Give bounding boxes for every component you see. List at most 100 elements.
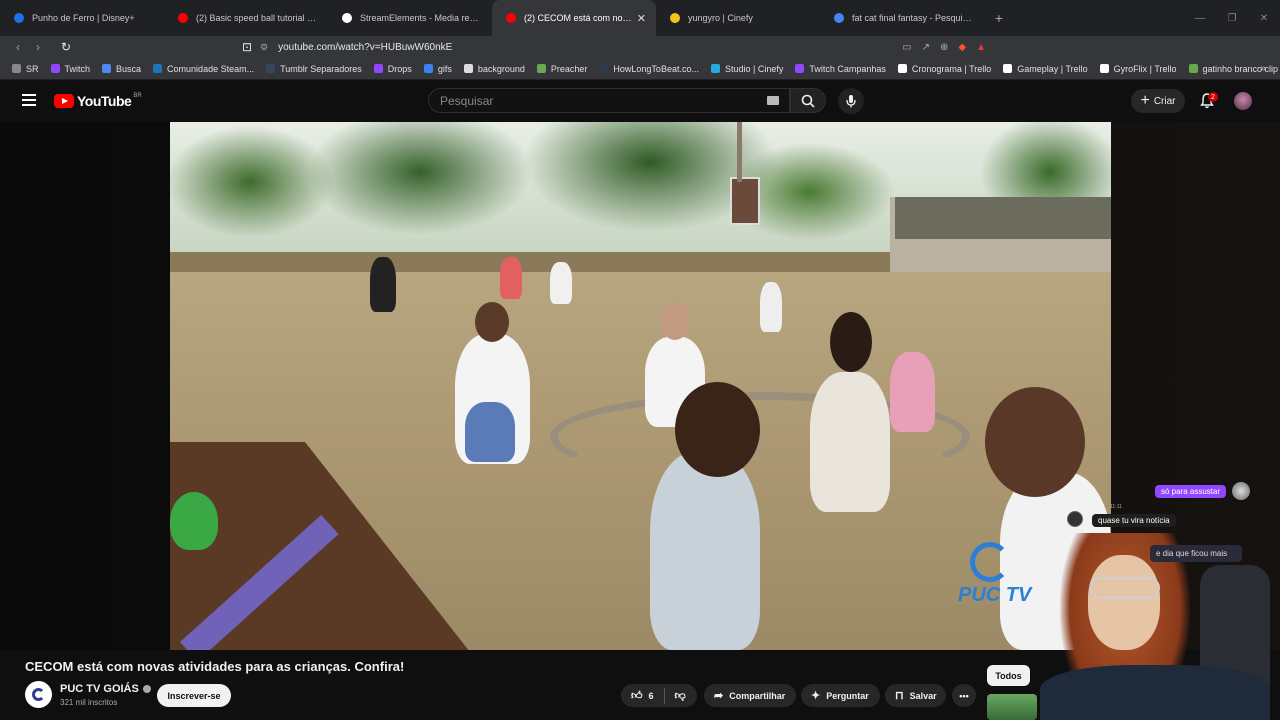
video-frame-child-head: [660, 302, 690, 340]
like-icon[interactable]: 👍︎: [631, 689, 643, 702]
forward-icon[interactable]: ›: [28, 36, 48, 58]
bookmark-item[interactable]: Gameplay | Trello: [1003, 64, 1088, 74]
bookmark-item[interactable]: Tumblr Separadores: [266, 64, 362, 74]
bookmark-item[interactable]: Busca: [102, 64, 141, 74]
tab-label: (2) Basic speed ball tutorial With Oly: [196, 13, 318, 23]
bookmark-item[interactable]: Cronograma | Trello: [897, 64, 991, 74]
video-title: CECOM está com novas atividades para as …: [25, 659, 405, 674]
bookmark-favicon-icon: [536, 64, 546, 73]
bookmark-icon: ⊓: [895, 690, 904, 702]
channel-name-wrap[interactable]: PUC TV GOIÁS: [60, 683, 151, 695]
bookmark-label: background: [477, 63, 525, 74]
voice-search-button[interactable]: [838, 88, 864, 114]
dislike-icon[interactable]: 👎︎: [675, 689, 686, 702]
chat-avatar: [1232, 482, 1250, 500]
more-actions-button[interactable]: •••: [952, 684, 976, 707]
search-input[interactable]: Pesquisar: [428, 88, 790, 113]
notification-count-badge: 2: [1208, 92, 1218, 102]
bookmark-item[interactable]: Drops: [373, 64, 412, 74]
video-frame-child: [890, 352, 935, 432]
video-frame-child-head: [830, 312, 872, 372]
bookmark-favicon-icon: [153, 64, 163, 73]
webcam-shirt: [1040, 665, 1270, 720]
zoom-icon[interactable]: ⊕: [940, 42, 948, 53]
bookmark-item[interactable]: Twitch: [50, 64, 90, 74]
reload-icon[interactable]: ↻: [56, 36, 76, 58]
tab-label: yungyro | Cinefy: [688, 13, 753, 23]
bookmark-item[interactable]: background: [463, 63, 525, 74]
recommended-video-thumbnail[interactable]: [987, 694, 1037, 720]
video-frame-child: [550, 262, 572, 304]
tab-label: Punho de Ferro | Disney+: [32, 13, 135, 23]
bookmark-favicon-icon: [897, 64, 907, 73]
bookmark-item[interactable]: SR: [12, 64, 39, 74]
omnibox-icons: ▭ ↗ ⊕ ◆ ▲: [902, 38, 986, 56]
brave-shield-icon[interactable]: ◆: [958, 42, 966, 53]
tab-label: StreamElements - Media request: [360, 13, 482, 23]
bookmark-label: Busca: [116, 63, 142, 74]
bookmark-favicon-icon: [1099, 64, 1109, 73]
chat-message: e dia que ficou mais: [1150, 545, 1242, 562]
url-field[interactable]: ⚙ youtube.com/watch?v=HUBuwW60nkE ▭ ↗ ⊕ …: [260, 38, 986, 56]
bookmark-favicon-icon: [599, 64, 609, 73]
verified-icon: [142, 685, 151, 693]
share-icon: ➦: [714, 690, 724, 702]
bookmark-item[interactable]: Twitch Campanhas: [795, 64, 886, 74]
search-icon: [801, 94, 815, 108]
video-frame-post: [737, 122, 742, 182]
video-frame-tire: [170, 492, 218, 550]
hamburger-menu-icon[interactable]: [22, 94, 36, 106]
close-tab-icon[interactable]: ✕: [637, 12, 646, 25]
keyboard-icon[interactable]: [767, 96, 779, 105]
bookmark-label: SR: [26, 63, 39, 74]
search-button[interactable]: [790, 88, 826, 113]
browser-tab-active[interactable]: (2) CECOM está com novas ativid ✕: [492, 0, 656, 36]
video-frame-child-head: [475, 302, 509, 342]
minimize-icon[interactable]: —: [1184, 0, 1216, 36]
puc-logo-icon: [32, 688, 45, 701]
webcam-face: [1088, 555, 1160, 650]
bookmark-favicon-icon: [1188, 64, 1198, 73]
channel-avatar[interactable]: [25, 681, 52, 708]
create-label: Criar: [1153, 95, 1176, 107]
bookmark-page-icon[interactable]: ⊡: [237, 36, 257, 58]
bookmarks-overflow-icon[interactable]: »: [1260, 63, 1266, 74]
plus-icon: +: [1140, 92, 1150, 109]
browser-tab[interactable]: StreamElements - Media request: [328, 0, 492, 36]
site-info-icon[interactable]: ⚙: [260, 42, 268, 53]
bookmark-favicon-icon: [373, 64, 383, 73]
new-tab-button[interactable]: +: [984, 0, 1014, 36]
tab-favicon-icon: [670, 13, 680, 23]
account-avatar[interactable]: [1234, 92, 1252, 110]
youtube-header: YouTube BR Pesquisar + Criar: [0, 80, 1280, 122]
cast-icon[interactable]: ▭: [902, 42, 911, 53]
like-count[interactable]: 6: [649, 691, 654, 701]
bookmark-item[interactable]: gifs: [423, 64, 452, 74]
create-button[interactable]: + Criar: [1131, 89, 1185, 113]
save-button[interactable]: ⊓ Salvar: [885, 684, 946, 707]
bookmark-item[interactable]: Preacher: [536, 64, 587, 74]
sparkle-icon: ✦: [811, 690, 821, 702]
video-player[interactable]: PUC TV: [170, 122, 1111, 650]
bookmark-item[interactable]: Studio | Cinefy: [710, 64, 783, 74]
search-placeholder: Pesquisar: [440, 93, 494, 108]
close-window-icon[interactable]: ✕: [1248, 0, 1280, 36]
bookmark-item[interactable]: Comunidade Steam...: [153, 64, 254, 74]
browser-tab[interactable]: (2) Basic speed ball tutorial With Oly: [164, 0, 328, 36]
browser-tab[interactable]: fat cat final fantasy - Pesquisa Google: [820, 0, 984, 36]
video-frame-child: [760, 282, 782, 332]
youtube-logo[interactable]: YouTube BR: [54, 93, 142, 109]
back-icon[interactable]: ‹: [8, 36, 28, 58]
rewards-icon[interactable]: ▲: [976, 42, 986, 53]
filter-chip-all[interactable]: Todos: [987, 665, 1030, 686]
ask-button[interactable]: ✦ Perguntar: [801, 684, 880, 707]
bookmark-item[interactable]: HowLongToBeat.co...: [599, 64, 699, 74]
share-page-icon[interactable]: ↗: [922, 42, 930, 53]
browser-tab[interactable]: yungyro | Cinefy: [656, 0, 820, 36]
video-frame-child: [370, 257, 396, 312]
share-button[interactable]: ➦ Compartilhar: [704, 684, 796, 707]
bookmark-item[interactable]: GyroFlix | Trello: [1099, 64, 1177, 74]
browser-tab[interactable]: Punho de Ferro | Disney+: [0, 0, 164, 36]
subscribe-button[interactable]: Inscrever-se: [157, 684, 231, 707]
maximize-icon[interactable]: ❐: [1216, 0, 1248, 36]
